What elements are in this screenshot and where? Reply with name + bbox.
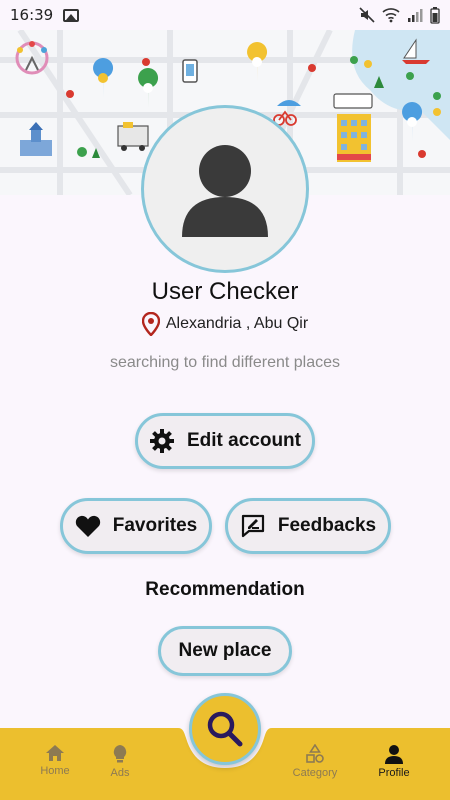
feedbacks-label: Feedbacks bbox=[277, 515, 377, 536]
new-place-button[interactable]: New place bbox=[158, 626, 292, 676]
recommendation-title: Recommendation bbox=[145, 579, 305, 600]
feedbacks-button[interactable]: Feedbacks bbox=[225, 498, 391, 554]
location-text: Alexandria , Abu Qir bbox=[165, 315, 309, 332]
nav-category-label: Category bbox=[292, 767, 338, 779]
edit-account-label: Edit account bbox=[186, 430, 301, 451]
image-notification-icon bbox=[63, 8, 80, 22]
home-icon bbox=[46, 745, 64, 761]
search-icon bbox=[207, 711, 243, 747]
location-pin-icon bbox=[141, 312, 160, 336]
wifi-icon bbox=[382, 8, 400, 23]
heart-icon bbox=[75, 515, 100, 537]
profile-bio: searching to find different places bbox=[109, 354, 341, 371]
favorites-label: Favorites bbox=[112, 515, 198, 536]
favorites-button[interactable]: Favorites bbox=[60, 498, 212, 554]
avatar[interactable] bbox=[141, 105, 309, 273]
nav-category[interactable]: Category bbox=[285, 744, 345, 779]
battery-icon bbox=[430, 6, 440, 24]
hotel-icon bbox=[333, 93, 373, 162]
nav-home-label: Home bbox=[40, 765, 70, 777]
status-time: 16:39 bbox=[10, 6, 54, 24]
nav-profile-label: Profile bbox=[378, 767, 410, 779]
profile-location: Alexandria , Abu Qir bbox=[0, 312, 450, 336]
person-icon bbox=[385, 745, 403, 764]
nav-ads-label: Ads bbox=[110, 767, 130, 779]
category-icon bbox=[306, 744, 324, 763]
status-icons bbox=[359, 6, 440, 24]
nav-home[interactable]: Home bbox=[25, 744, 85, 777]
new-place-label: New place bbox=[178, 640, 272, 661]
signal-icon bbox=[408, 9, 423, 22]
profile-name: User Checker bbox=[151, 278, 299, 305]
search-fab[interactable] bbox=[189, 693, 261, 765]
truck-icon bbox=[117, 122, 149, 151]
mute-icon bbox=[359, 7, 375, 23]
nav-ads[interactable]: Ads bbox=[90, 744, 150, 779]
lightbulb-icon bbox=[113, 745, 127, 763]
edit-account-button[interactable]: Edit account bbox=[135, 413, 315, 469]
person-icon bbox=[182, 145, 268, 237]
castle-icon bbox=[20, 122, 52, 156]
nav-profile[interactable]: Profile bbox=[364, 744, 424, 779]
status-bar: 16:39 bbox=[0, 0, 450, 30]
feedback-icon bbox=[241, 514, 264, 538]
gear-icon bbox=[149, 429, 174, 453]
